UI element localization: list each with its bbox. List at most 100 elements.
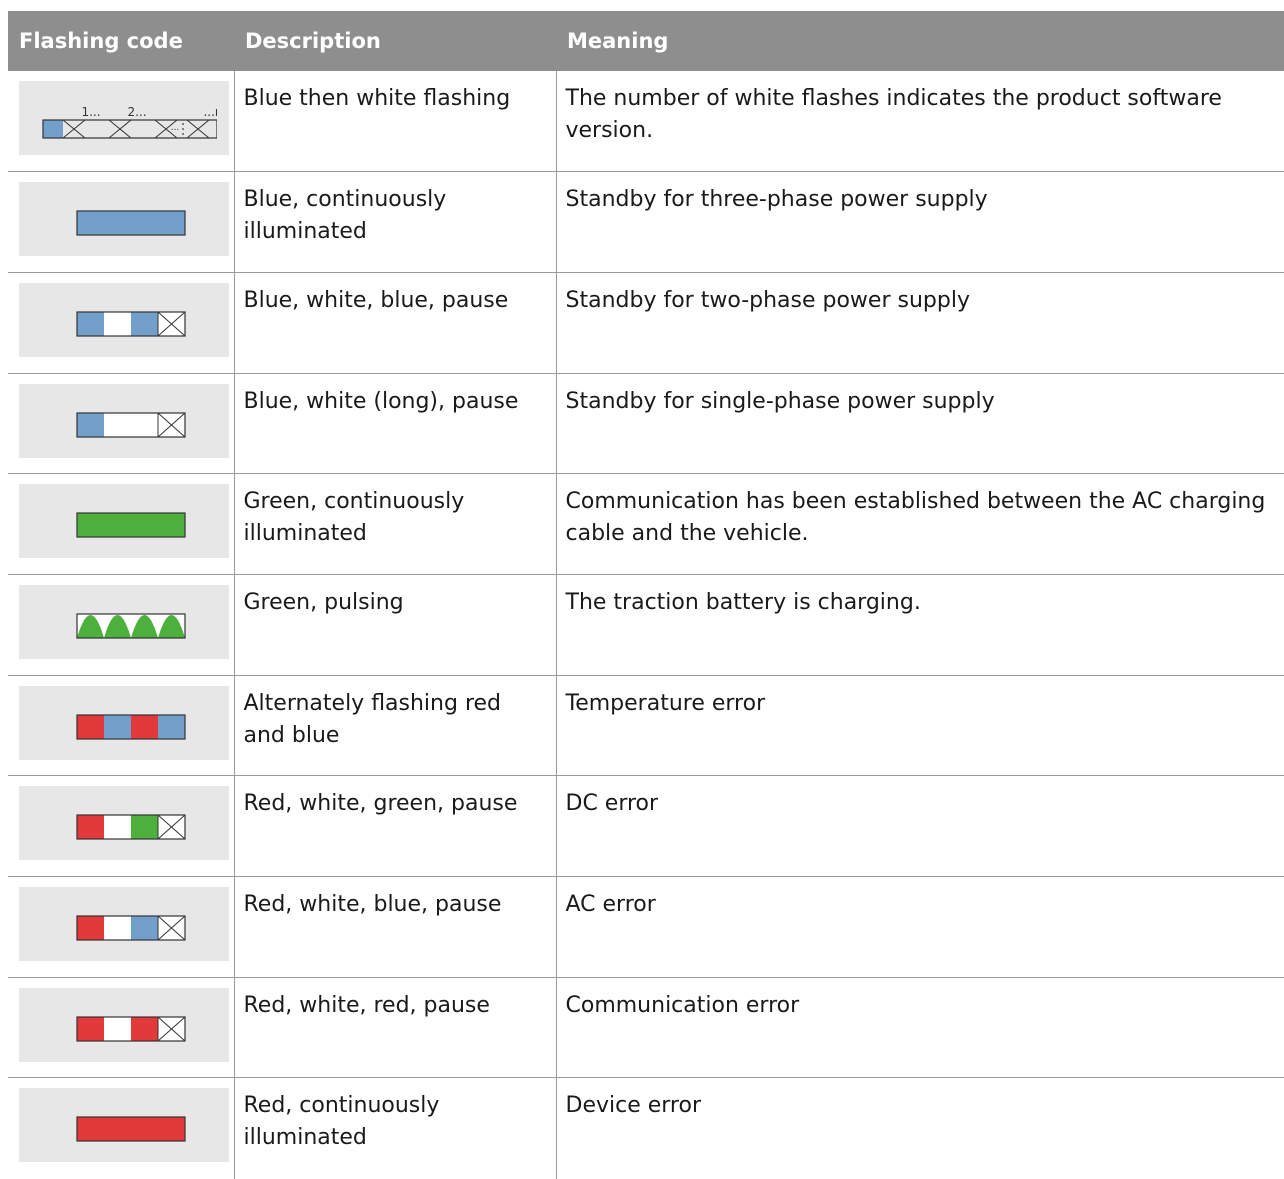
table-header-row: Flashing code Description Meaning xyxy=(8,11,1284,71)
led-segment-blue xyxy=(77,311,104,336)
table-row: Red, white, green, pause DC error xyxy=(8,775,1284,877)
flash-pattern-graphic xyxy=(76,411,186,438)
table-row: Green, pulsing The traction battery is ch… xyxy=(8,574,1284,676)
flash-pattern-box xyxy=(19,685,229,760)
led-segment xyxy=(77,714,104,739)
flash-count-label: 2... xyxy=(127,105,146,119)
led-segment xyxy=(131,714,158,739)
description-cell: Red, white, green, pause xyxy=(234,775,557,877)
flash-pattern-box: 1... 2...... ...n xyxy=(19,81,229,155)
flash-pattern-box xyxy=(19,282,229,357)
table-row: Blue, white (long), pause Standby for sin… xyxy=(8,373,1284,475)
led-segment xyxy=(77,513,185,538)
flash-pattern-box xyxy=(19,987,229,1062)
description-cell: Blue, continuously illuminated xyxy=(234,171,557,273)
flashing-code-cell xyxy=(8,373,235,475)
pause-segment xyxy=(157,915,186,941)
description-cell: Red, white, red, pause xyxy=(234,977,557,1079)
description-cell: Alternately flashing red and blue xyxy=(234,675,557,777)
flashing-code-cell xyxy=(8,574,235,676)
table-row: Red, white, red, pause Communication erro… xyxy=(8,977,1284,1079)
description-cell: Red, continuously illuminated xyxy=(234,1077,557,1179)
flash-count-label: 1... xyxy=(81,105,100,119)
meaning-cell: AC error xyxy=(556,876,1284,978)
white-flash-segment xyxy=(108,119,132,139)
led-segment xyxy=(77,1117,185,1142)
table-row: Red, white, blue, pause AC error xyxy=(8,876,1284,978)
table-row: 1... 2...... ...n Blue then white flashingT… xyxy=(8,71,1284,173)
table-row: Red, continuously illuminated Device erro… xyxy=(8,1077,1284,1179)
led-segment xyxy=(104,714,131,739)
description-cell: Blue then white flashing xyxy=(234,71,557,173)
flash-pattern-box xyxy=(19,1088,229,1163)
flash-pattern-box xyxy=(19,383,229,458)
flash-pattern-graphic xyxy=(76,1016,186,1042)
led-segment-third xyxy=(131,815,158,840)
led-segment-third xyxy=(131,1016,158,1041)
led-segment-white xyxy=(104,1016,131,1041)
led-segment-red xyxy=(77,815,104,840)
led-segment-blue xyxy=(43,120,63,138)
flashing-code-cell xyxy=(8,171,235,273)
led-segment-white xyxy=(104,311,131,336)
header-flashing-code: Flashing code xyxy=(8,11,234,71)
table-row: Green, continuously illuminated Communica… xyxy=(8,473,1284,575)
flash-pattern-box xyxy=(19,484,229,559)
flash-count-label: ...n xyxy=(203,105,217,119)
flash-pattern-graphic xyxy=(76,512,186,538)
flashing-code-cell xyxy=(8,977,235,1079)
white-flash-segment xyxy=(62,119,86,139)
meaning-cell: Standby for two-phase power supply xyxy=(556,272,1284,374)
flash-pattern-graphic: 1... 2...... ...n xyxy=(42,105,217,139)
led-segment xyxy=(77,211,185,236)
flash-pattern-graphic xyxy=(76,613,186,639)
pause-segment xyxy=(157,814,186,840)
table-row: Alternately flashing red and blue Tempera… xyxy=(8,675,1284,777)
header-meaning: Meaning xyxy=(556,11,1284,71)
flashing-code-cell xyxy=(8,272,235,374)
meaning-cell: Standby for three-phase power supply xyxy=(556,171,1284,273)
ellipsis-dots xyxy=(182,123,184,135)
led-segment-red xyxy=(77,916,104,940)
pause-segment xyxy=(157,1016,186,1042)
led-segment-red xyxy=(77,1016,104,1041)
flashing-code-table: Flashing code Description Meaning 1... 2.… xyxy=(8,11,1284,1179)
flash-pattern-graphic xyxy=(76,915,186,941)
flash-pattern-box xyxy=(19,887,229,961)
description-cell: Green, pulsing xyxy=(234,574,557,676)
flashing-code-cell: 1... 2...... ...n xyxy=(8,71,235,173)
led-segment-white xyxy=(104,815,131,840)
flashing-code-cell xyxy=(8,675,235,777)
flash-count-label: ... xyxy=(171,123,180,133)
flashing-code-cell xyxy=(8,876,235,978)
led-segment-white xyxy=(104,916,131,940)
flash-pattern-graphic xyxy=(76,814,186,840)
header-description: Description xyxy=(234,11,556,71)
flash-pattern-box xyxy=(19,182,229,257)
flashing-code-cell xyxy=(8,775,235,877)
led-segment-third xyxy=(131,916,158,940)
flashing-code-cell xyxy=(8,473,235,575)
led-segment-blue xyxy=(131,311,158,336)
description-cell: Red, white, blue, pause xyxy=(234,876,557,978)
flashing-code-cell xyxy=(8,1077,235,1179)
flash-pattern-graphic xyxy=(76,1116,186,1142)
meaning-cell: Temperature error xyxy=(556,675,1284,777)
meaning-cell: DC error xyxy=(556,775,1284,877)
flash-pattern-box xyxy=(19,584,229,659)
meaning-cell: The number of white flashes indicates th… xyxy=(556,71,1284,173)
led-segment xyxy=(158,714,185,739)
description-cell: Blue, white (long), pause xyxy=(234,373,557,475)
meaning-cell: Communication error xyxy=(556,977,1284,1079)
meaning-cell: Communication has been established betwe… xyxy=(556,473,1284,575)
description-cell: Blue, white, blue, pause xyxy=(234,272,557,374)
meaning-cell: Device error xyxy=(565,1093,702,1119)
flash-pattern-graphic xyxy=(76,311,186,337)
table-row: Blue, continuously illuminated Standby fo… xyxy=(8,171,1284,273)
flash-pattern-graphic xyxy=(76,210,186,236)
meaning-cell: Standby for single-phase power supply xyxy=(556,373,1284,475)
pause-segment xyxy=(157,311,186,337)
table-row: Blue, white, blue, pause Standby for two-… xyxy=(8,272,1284,374)
description-cell: Green, continuously illuminated xyxy=(234,473,557,575)
led-segment-blue xyxy=(77,412,104,437)
